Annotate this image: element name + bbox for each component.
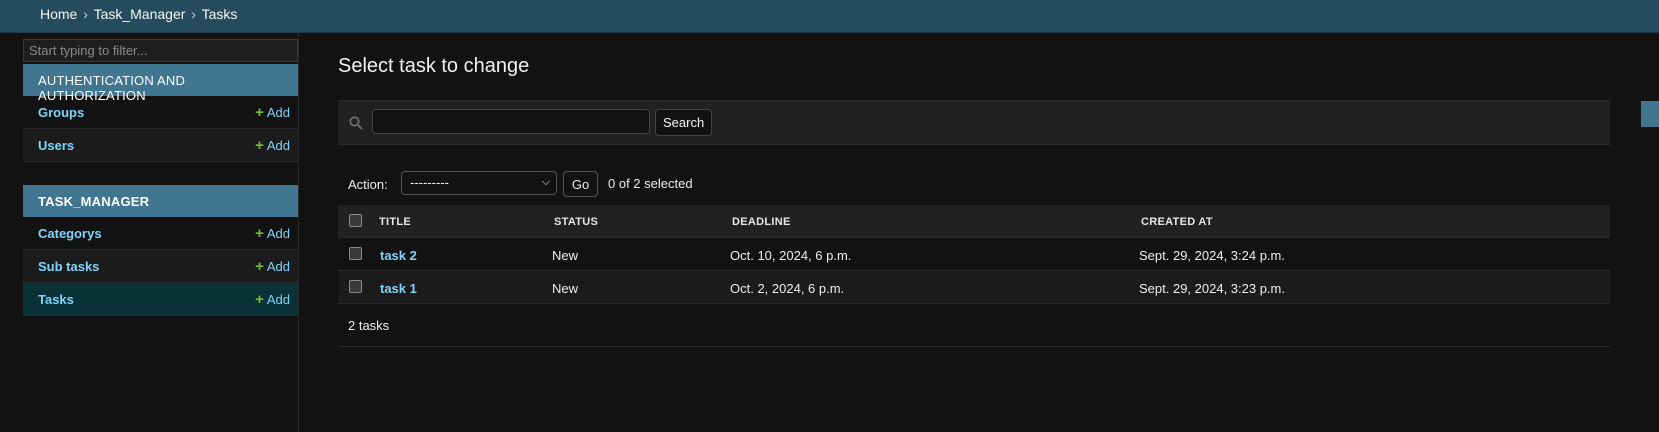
- table-row: task 2 New Oct. 10, 2024, 6 p.m. Sept. 2…: [338, 238, 1610, 271]
- action-select[interactable]: --------- ⌵: [401, 171, 557, 195]
- column-header-title[interactable]: TITLE: [379, 216, 411, 228]
- sidebar-item-sub-tasks: Sub tasks + Add: [23, 250, 298, 283]
- nav-sidebar: AUTHENTICATION AND AUTHORIZATION Groups …: [0, 33, 299, 432]
- filter-panel-caption[interactable]: [1641, 101, 1659, 127]
- column-header-status[interactable]: STATUS: [554, 216, 598, 228]
- row-checkbox[interactable]: [349, 280, 362, 293]
- table-header: TITLE STATUS DEADLINE CREATED AT: [338, 205, 1610, 238]
- add-label: Add: [266, 225, 290, 241]
- add-label: Add: [266, 291, 290, 307]
- task-status: New: [552, 248, 579, 263]
- add-sub-tasks-link[interactable]: + Add: [255, 259, 290, 274]
- sidebar-item-users: Users + Add: [23, 129, 298, 162]
- search-input[interactable]: [372, 109, 650, 134]
- sidebar-item-categorys: Categorys + Add: [23, 217, 298, 250]
- add-label: Add: [266, 104, 290, 120]
- plus-icon: +: [255, 224, 264, 242]
- breadcrumb-app[interactable]: Task_Manager: [94, 6, 186, 22]
- breadcrumb-separator: ›: [191, 6, 196, 22]
- sidebar-item-label[interactable]: Users: [38, 138, 74, 153]
- task-created-at: Sept. 29, 2024, 3:24 p.m.: [1139, 248, 1285, 263]
- task-deadline: Oct. 2, 2024, 6 p.m.: [730, 281, 845, 296]
- sidebar-item-label[interactable]: Groups: [38, 105, 84, 120]
- search-button[interactable]: Search: [655, 109, 713, 136]
- sidebar-item-label[interactable]: Tasks: [38, 292, 74, 307]
- task-deadline: Oct. 10, 2024, 6 p.m.: [730, 248, 852, 263]
- breadcrumb-home[interactable]: Home: [40, 6, 77, 22]
- task-title-link[interactable]: task 1: [380, 281, 417, 296]
- sidebar-item-tasks: Tasks + Add: [23, 283, 298, 316]
- row-checkbox[interactable]: [349, 247, 362, 260]
- breadcrumb-separator: ›: [83, 6, 88, 22]
- result-count: 2 tasks: [348, 318, 390, 333]
- nav-filter-input[interactable]: [23, 39, 298, 62]
- add-categorys-link[interactable]: + Add: [255, 226, 290, 241]
- header-bar: Home › Task_Manager › Tasks: [0, 0, 1659, 33]
- chevron-down-icon: ⌵: [541, 176, 550, 188]
- module-caption-task-manager[interactable]: TASK_MANAGER: [23, 185, 298, 217]
- filter-panel-edge: [1641, 101, 1659, 432]
- task-title-link[interactable]: task 2: [380, 248, 417, 263]
- add-tasks-link[interactable]: + Add: [255, 292, 290, 307]
- action-label: Action:: [348, 177, 388, 192]
- result-list: TITLE STATUS DEADLINE CREATED AT task 2 …: [338, 205, 1610, 347]
- plus-icon: +: [255, 103, 264, 121]
- paginator: 2 tasks: [338, 304, 1610, 347]
- sidebar-item-label[interactable]: Sub tasks: [38, 259, 99, 274]
- action-select-value: ---------: [410, 175, 449, 190]
- add-users-link[interactable]: + Add: [255, 138, 290, 153]
- module-auth: AUTHENTICATION AND AUTHORIZATION Groups …: [23, 64, 298, 162]
- breadcrumb: Home › Task_Manager › Tasks: [40, 6, 237, 22]
- add-label: Add: [266, 137, 290, 153]
- go-button[interactable]: Go: [563, 171, 598, 197]
- page-title: Select task to change: [338, 55, 530, 77]
- selection-counter: 0 of 2 selected: [608, 176, 693, 191]
- plus-icon: +: [255, 290, 264, 308]
- add-groups-link[interactable]: + Add: [255, 105, 290, 120]
- sidebar-item-label[interactable]: Categorys: [38, 226, 102, 241]
- task-created-at: Sept. 29, 2024, 3:23 p.m.: [1139, 281, 1285, 296]
- select-all-checkbox[interactable]: [349, 214, 362, 227]
- column-header-created-at[interactable]: CREATED AT: [1141, 216, 1213, 228]
- column-header-deadline[interactable]: DEADLINE: [732, 216, 791, 228]
- breadcrumb-current: Tasks: [201, 6, 238, 22]
- table-row: task 1 New Oct. 2, 2024, 6 p.m. Sept. 29…: [338, 271, 1610, 304]
- plus-icon: +: [255, 136, 264, 154]
- search-icon: [349, 116, 363, 130]
- module-task-manager: TASK_MANAGER Categorys + Add Sub tasks + A…: [23, 185, 298, 316]
- add-label: Add: [266, 258, 290, 274]
- module-caption-auth[interactable]: AUTHENTICATION AND AUTHORIZATION: [23, 64, 298, 103]
- task-status: New: [552, 281, 579, 296]
- plus-icon: +: [255, 257, 264, 275]
- search-toolbar: Search: [338, 100, 1610, 145]
